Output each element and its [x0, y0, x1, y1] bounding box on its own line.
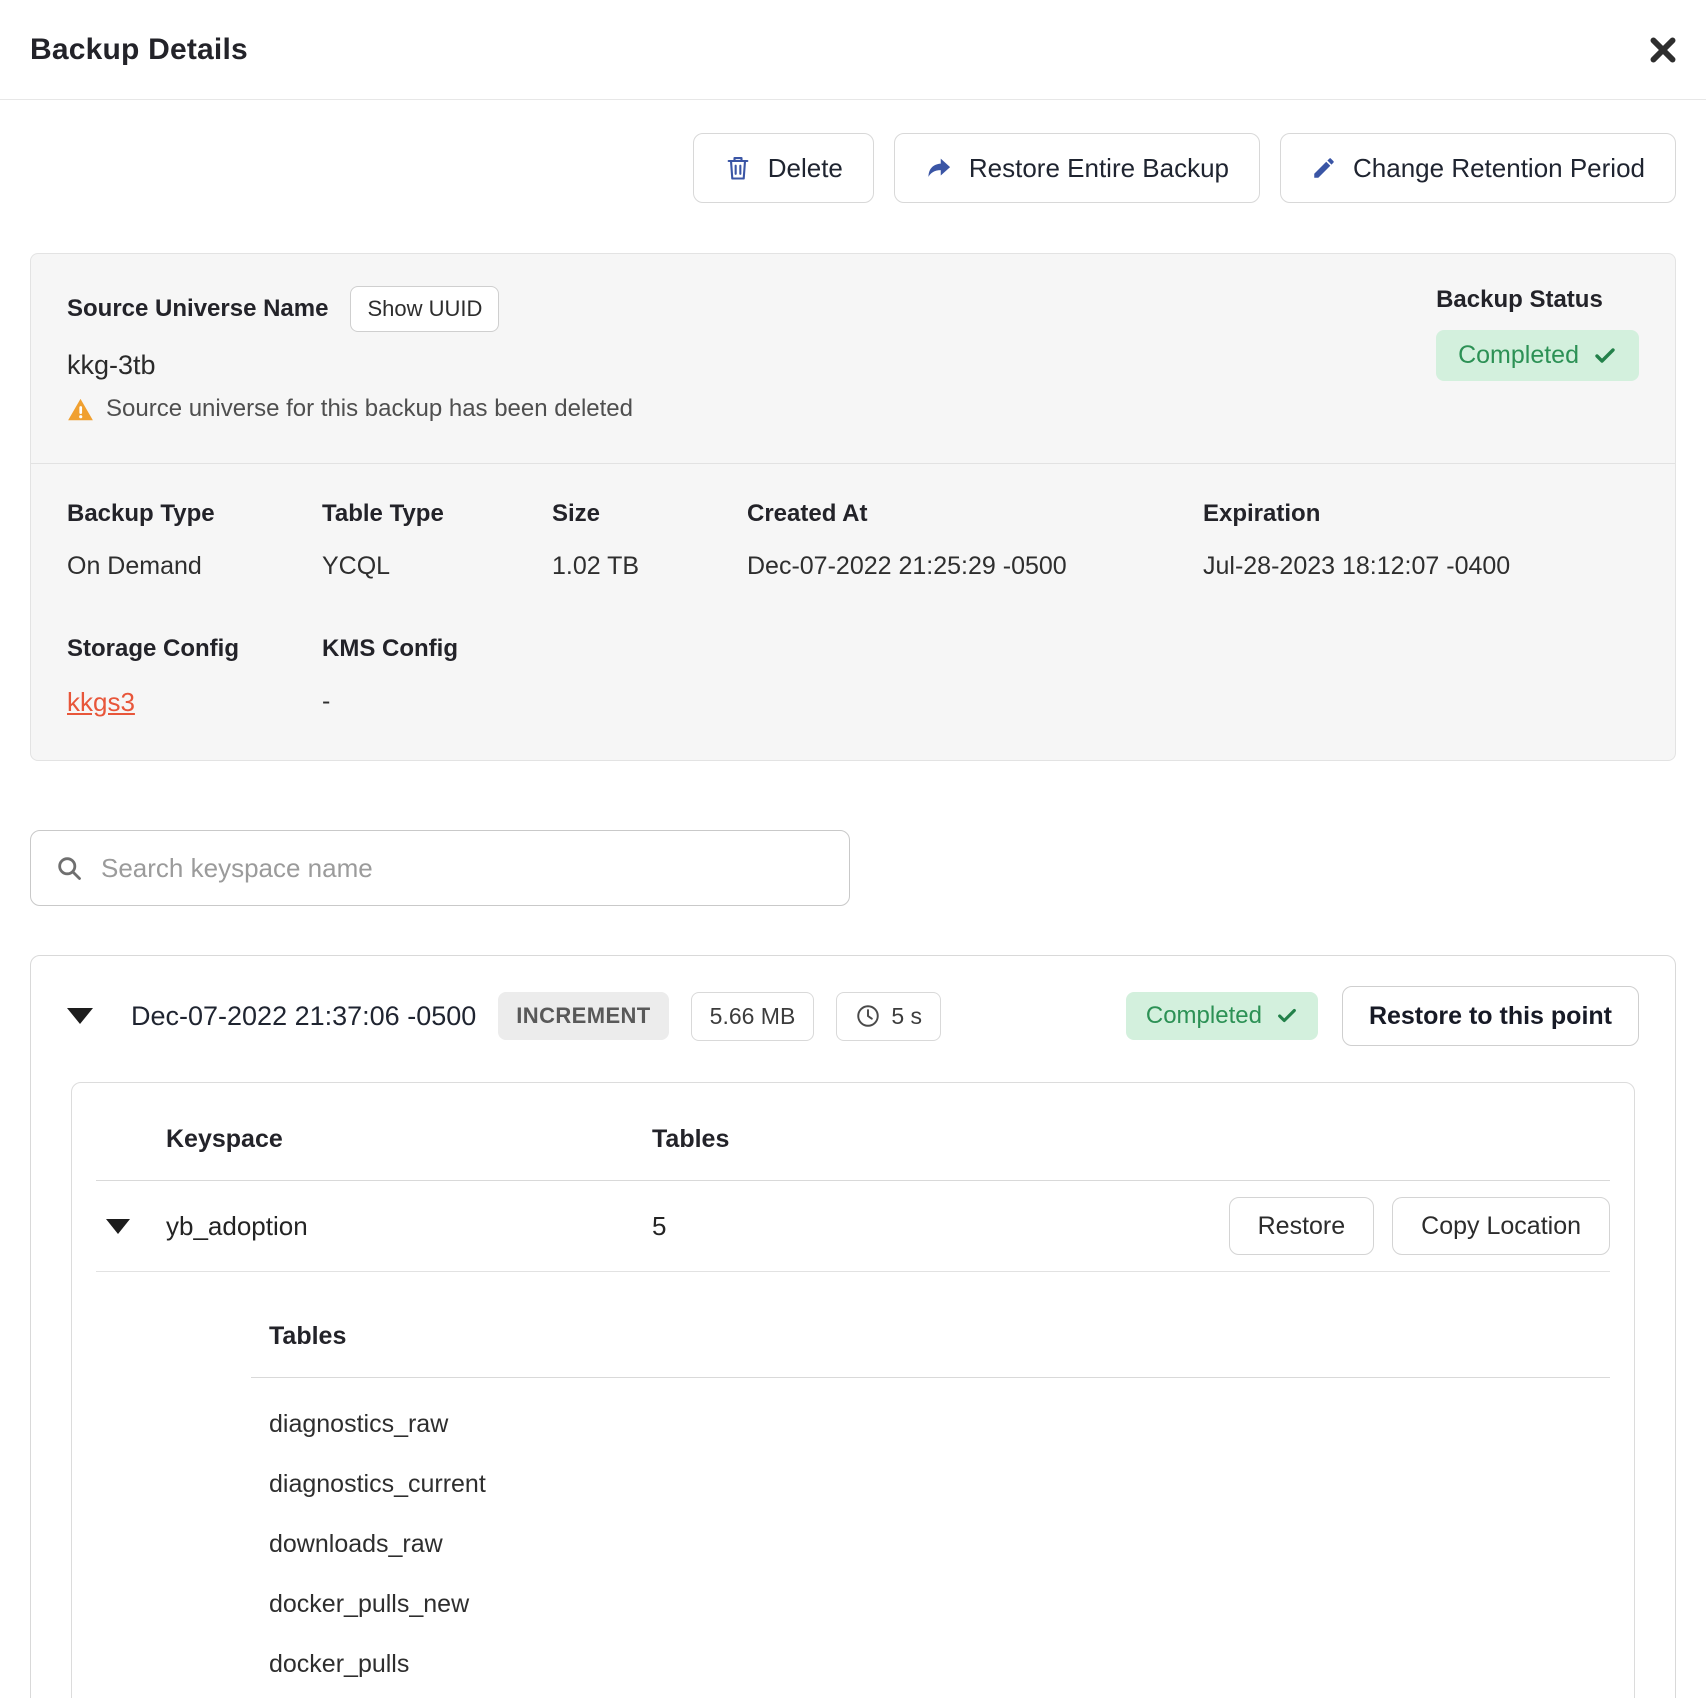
- change-retention-period-button[interactable]: Change Retention Period: [1280, 133, 1676, 203]
- increment-duration-value: 5 s: [891, 1003, 922, 1030]
- table-name-item: docker_pulls: [269, 1634, 1610, 1694]
- backup-status-badge: Completed: [1436, 330, 1639, 381]
- backup-meta-row: Backup Type On Demand Table Type YCQL Si…: [67, 500, 1639, 581]
- increment-type-badge: INCREMENT: [498, 992, 668, 1040]
- keyspace-table-count: 5: [652, 1211, 1229, 1242]
- tables-sublist-header: Tables: [251, 1322, 1610, 1351]
- table-name-item: diagnostics_current: [269, 1454, 1610, 1514]
- source-universe-label: Source Universe Name: [67, 295, 328, 323]
- keyspace-column-header: Keyspace: [166, 1125, 652, 1154]
- size-value: 1.02 TB: [552, 552, 747, 581]
- kms-config-value: -: [322, 687, 552, 716]
- keyspace-caret-icon[interactable]: [106, 1219, 130, 1234]
- collapse-caret-icon[interactable]: [67, 1008, 93, 1024]
- search-icon: [55, 854, 83, 882]
- created-at-value: Dec-07-2022 21:25:29 -0500: [747, 552, 1203, 581]
- check-icon: [1276, 1005, 1298, 1027]
- pencil-icon: [1311, 155, 1337, 181]
- warning-text: Source universe for this backup has been…: [106, 395, 633, 423]
- config-row: Storage Config kkgs3 KMS Config -: [67, 635, 1639, 718]
- close-button[interactable]: [1642, 29, 1684, 71]
- restore-entire-backup-button[interactable]: Restore Entire Backup: [894, 133, 1260, 203]
- universe-name: kkg-3tb: [67, 350, 633, 381]
- show-uuid-button[interactable]: Show UUID: [350, 286, 499, 332]
- keyspace-table-header: Keyspace Tables: [96, 1083, 1610, 1181]
- table-type-label: Table Type: [322, 500, 552, 528]
- keyspace-row-yb-adoption: yb_adoption 5 Restore Copy Location: [96, 1181, 1610, 1272]
- tables-sublist-divider: [251, 1377, 1610, 1378]
- keyspace-name: yb_adoption: [166, 1211, 652, 1242]
- backup-summary-panel: Source Universe Name Show UUID kkg-3tb S…: [30, 253, 1676, 761]
- table-type-value: YCQL: [322, 552, 552, 581]
- expiration-label: Expiration: [1203, 500, 1639, 528]
- modal-header: Backup Details: [0, 0, 1706, 100]
- clock-icon: [855, 1003, 881, 1029]
- keyspace-table-card: Keyspace Tables yb_adoption 5 Restore Co…: [71, 1082, 1635, 1698]
- backup-status-value: Completed: [1458, 341, 1579, 370]
- table-name-item: diagnostics_raw: [269, 1394, 1610, 1454]
- table-name-item: downloads_raw: [269, 1514, 1610, 1574]
- expiration-value: Jul-28-2023 18:12:07 -0400: [1203, 552, 1639, 581]
- table-name-item: docker_pulls_new: [269, 1574, 1610, 1634]
- universe-deleted-warning: Source universe for this backup has been…: [67, 395, 633, 423]
- backup-status-label: Backup Status: [1436, 286, 1603, 314]
- increment-backup-card: Dec-07-2022 21:37:06 -0500 INCREMENT 5.6…: [30, 955, 1676, 1698]
- restore-arrow-icon: [925, 154, 953, 182]
- delete-button-label: Delete: [768, 153, 843, 184]
- tables-column-header: Tables: [652, 1125, 1610, 1154]
- kms-config-label: KMS Config: [322, 635, 552, 663]
- storage-config-link[interactable]: kkgs3: [67, 687, 135, 717]
- keyspace-search-box: [30, 830, 850, 906]
- created-at-label: Created At: [747, 500, 1203, 528]
- restore-keyspace-button[interactable]: Restore: [1229, 1197, 1375, 1255]
- increment-duration-badge: 5 s: [836, 992, 941, 1041]
- trash-icon: [724, 154, 752, 182]
- restore-entire-backup-label: Restore Entire Backup: [969, 153, 1229, 184]
- restore-to-this-point-button[interactable]: Restore to this point: [1342, 986, 1639, 1046]
- panel-divider: [31, 463, 1675, 464]
- actions-row: Delete Restore Entire Backup Change Rete…: [30, 133, 1676, 203]
- delete-button[interactable]: Delete: [693, 133, 874, 203]
- increment-timestamp: Dec-07-2022 21:37:06 -0500: [131, 1001, 476, 1032]
- close-icon: [1646, 33, 1680, 67]
- change-retention-period-label: Change Retention Period: [1353, 153, 1645, 184]
- keyspace-search-input[interactable]: [101, 853, 825, 884]
- increment-status-badge: Completed: [1126, 992, 1318, 1040]
- check-icon: [1593, 344, 1617, 368]
- storage-config-label: Storage Config: [67, 635, 322, 663]
- tables-sublist: Tables diagnostics_raw diagnostics_curre…: [251, 1272, 1610, 1694]
- increment-size-badge: 5.66 MB: [691, 992, 815, 1041]
- page-title: Backup Details: [30, 33, 248, 67]
- size-label: Size: [552, 500, 747, 528]
- increment-status-value: Completed: [1146, 1002, 1262, 1030]
- increment-header-row: Dec-07-2022 21:37:06 -0500 INCREMENT 5.6…: [31, 956, 1675, 1046]
- backup-type-value: On Demand: [67, 552, 322, 581]
- copy-location-button[interactable]: Copy Location: [1392, 1197, 1610, 1255]
- backup-type-label: Backup Type: [67, 500, 322, 528]
- warning-icon: [67, 397, 94, 422]
